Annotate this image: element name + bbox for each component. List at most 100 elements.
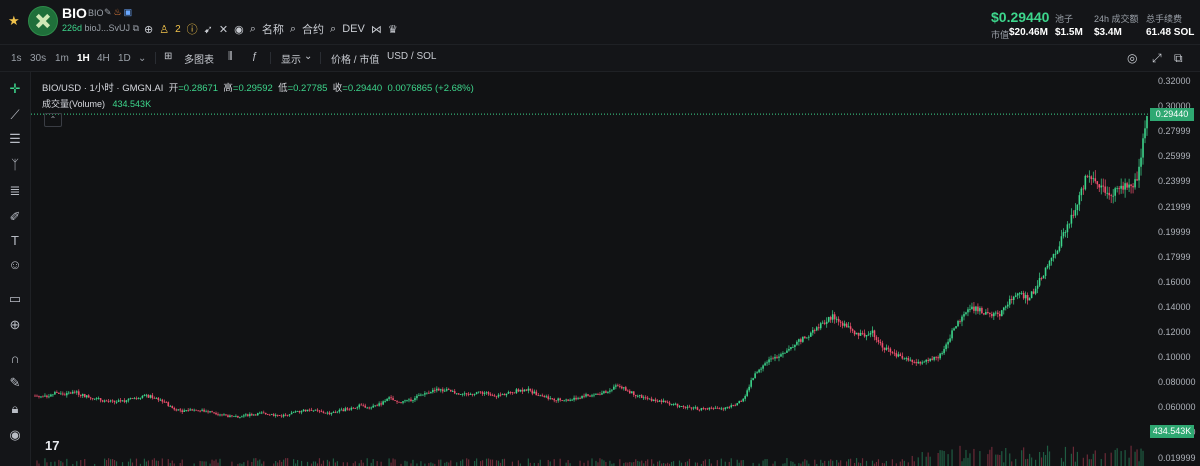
volume-bar bbox=[527, 458, 529, 466]
candle-body bbox=[535, 391, 538, 396]
brush-icon[interactable]: ✐ bbox=[6, 208, 24, 226]
candle-body bbox=[1116, 188, 1118, 190]
candle-body bbox=[1024, 294, 1027, 299]
volume-bar bbox=[1011, 461, 1013, 466]
candle-body bbox=[1074, 210, 1077, 216]
candle-body bbox=[815, 327, 818, 331]
holders-icon[interactable]: ♙ bbox=[159, 23, 169, 36]
lock-drawing-icon[interactable]: ✎ bbox=[6, 374, 24, 392]
candle-body bbox=[310, 409, 313, 411]
candle-body bbox=[720, 408, 723, 410]
display-button[interactable]: 显示 bbox=[281, 51, 301, 66]
info-icon[interactable]: ⓘ bbox=[187, 21, 198, 37]
timeframe-1s[interactable]: 1s bbox=[11, 53, 22, 64]
candle-body bbox=[919, 361, 922, 364]
multi-chart-button[interactable]: 多图表 bbox=[184, 51, 214, 66]
candle-body bbox=[493, 395, 496, 397]
low-label: 低 bbox=[278, 83, 288, 94]
tradingview-logo[interactable]: 17 bbox=[45, 438, 59, 453]
candle-body bbox=[336, 411, 339, 413]
search-name-link[interactable]: 名称 bbox=[262, 21, 284, 37]
candle-body bbox=[782, 353, 784, 355]
ruler-icon[interactable]: ▭ bbox=[6, 290, 24, 308]
horizontal-lines-icon[interactable]: ☰ bbox=[6, 130, 24, 148]
collapse-legend-button[interactable]: ⌃ bbox=[44, 113, 62, 127]
timeframe-1m[interactable]: 1m bbox=[55, 53, 69, 64]
timeframe-30s[interactable]: 30s bbox=[30, 53, 46, 64]
volume-bar bbox=[36, 460, 38, 466]
timeframe-1h[interactable]: 1H bbox=[77, 53, 90, 64]
profile-icon[interactable]: ◉ bbox=[234, 23, 244, 36]
candle-body bbox=[716, 407, 719, 409]
visibility-icon[interactable]: ◉ bbox=[6, 426, 24, 444]
candle-body bbox=[304, 409, 307, 412]
globe-icon[interactable]: ⊕ bbox=[144, 23, 153, 36]
currency-toggle[interactable]: USD / SOL bbox=[387, 51, 436, 62]
camera-icon[interactable]: ◎ bbox=[1127, 51, 1137, 65]
volume-bar bbox=[1086, 454, 1088, 466]
crown-icon[interactable]: ♛ bbox=[388, 23, 398, 36]
candle-body bbox=[451, 391, 454, 392]
volume-bar bbox=[921, 452, 923, 466]
candle-body bbox=[1132, 185, 1134, 188]
token-address[interactable]: bioJ...SvUJ bbox=[85, 23, 131, 33]
search-dev-icon[interactable]: ⌕ bbox=[330, 23, 336, 36]
popout-icon[interactable]: ⧉ bbox=[1174, 51, 1183, 66]
volume-bar bbox=[708, 459, 710, 466]
volume-bar bbox=[66, 458, 68, 466]
trendline-icon[interactable]: ⟋ bbox=[6, 106, 24, 124]
candle-body bbox=[430, 392, 432, 394]
favorite-star-icon[interactable]: ★ bbox=[8, 13, 20, 29]
candle-body bbox=[308, 409, 311, 411]
timeframe-1d[interactable]: 1D bbox=[118, 53, 131, 64]
timeframe-dropdown-icon[interactable]: ⌄ bbox=[138, 53, 146, 64]
search-contract-icon[interactable]: ⌕ bbox=[290, 23, 296, 36]
candle-body bbox=[682, 406, 685, 408]
volume-bar bbox=[635, 459, 637, 466]
candle-body bbox=[829, 317, 832, 320]
candle-body bbox=[634, 394, 637, 397]
volume-bar bbox=[495, 460, 498, 466]
emoji-icon[interactable]: ☺ bbox=[6, 256, 24, 274]
indicators-icon[interactable]: ƒ bbox=[252, 51, 258, 62]
candle-body bbox=[507, 392, 510, 394]
copy-icon[interactable]: ⧉ bbox=[133, 23, 139, 33]
edit-icon[interactable]: ✎ bbox=[104, 7, 114, 17]
display-dropdown-icon[interactable]: ⌄ bbox=[304, 51, 312, 62]
search-name-icon[interactable]: ⌕ bbox=[250, 23, 256, 36]
candle-body bbox=[372, 405, 374, 408]
timeframe-4h[interactable]: 4H bbox=[97, 53, 110, 64]
candle-body bbox=[157, 397, 160, 401]
token-name: BIO bbox=[88, 8, 104, 18]
candle-type-icon[interactable]: ⫼ bbox=[228, 51, 233, 62]
price-mcap-toggle[interactable]: 价格 / 市值 bbox=[331, 51, 379, 66]
volume-bar bbox=[696, 462, 699, 466]
text-icon[interactable]: T bbox=[6, 232, 24, 250]
candle-body bbox=[784, 352, 786, 354]
zoom-in-icon[interactable]: ⊕ bbox=[6, 316, 24, 334]
candle-body bbox=[658, 400, 661, 402]
lock-icon[interactable]: 🔒︎ bbox=[6, 400, 24, 418]
volume-bar bbox=[147, 460, 149, 466]
x-icon[interactable]: ✕ bbox=[219, 23, 228, 36]
share-icon[interactable]: ⋈ bbox=[371, 23, 382, 36]
volume-bar bbox=[774, 461, 776, 466]
candle-body bbox=[60, 393, 62, 395]
telegram-icon[interactable]: ➹ bbox=[204, 23, 213, 36]
price-chart[interactable] bbox=[31, 72, 1148, 466]
candle-body bbox=[961, 316, 963, 322]
volume-bar bbox=[76, 461, 78, 466]
fib-icon[interactable]: ≣ bbox=[6, 182, 24, 200]
search-contract-link[interactable]: 合约 bbox=[302, 21, 324, 37]
pitchfork-icon[interactable]: ᛉ bbox=[6, 156, 24, 174]
candle-body bbox=[911, 359, 914, 362]
search-dev-link[interactable]: DEV bbox=[342, 23, 365, 35]
fullscreen-icon[interactable]: ⤢ bbox=[1152, 51, 1162, 66]
candle-body bbox=[907, 358, 910, 361]
candle-body bbox=[519, 389, 522, 392]
crosshair-icon[interactable]: ✛ bbox=[6, 80, 24, 98]
magnet-icon[interactable]: ∩ bbox=[6, 350, 24, 368]
holders-count: 2 bbox=[175, 23, 181, 35]
add-chart-icon[interactable]: ⊞ bbox=[164, 51, 172, 62]
volume-bar bbox=[720, 458, 722, 466]
